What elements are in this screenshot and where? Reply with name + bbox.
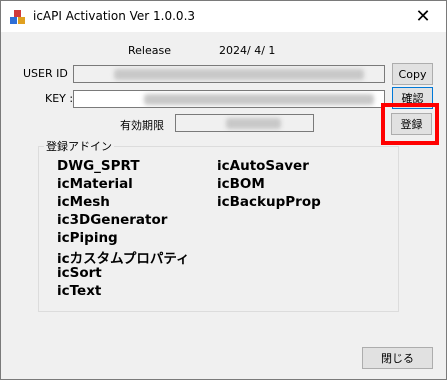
addin-item: icMesh: [57, 194, 110, 210]
app-blocks-icon: [10, 10, 25, 24]
title-bar: icAPI Activation Ver 1.0.0.3 ✕: [1, 1, 446, 32]
key-label: KEY :: [45, 92, 74, 105]
addin-item: icMaterial: [57, 176, 133, 192]
key-field[interactable]: [73, 90, 385, 108]
copy-button[interactable]: Copy: [392, 63, 433, 85]
user-id-label: USER ID: [23, 67, 68, 80]
expiry-field: [175, 114, 314, 132]
addin-item: icText: [57, 283, 102, 299]
close-icon[interactable]: ✕: [400, 1, 446, 32]
addin-item: DWG_SPRT: [57, 158, 140, 174]
redacted-user-id: [114, 69, 364, 80]
addin-item: icBackupProp: [217, 194, 321, 210]
expiry-label: 有効期限: [120, 119, 164, 132]
addin-item: ic3DGenerator: [57, 212, 168, 228]
release-date: 2024/ 4/ 1: [219, 44, 276, 57]
close-button[interactable]: 閉じる: [362, 347, 433, 369]
registered-addins-legend: 登録アドイン: [44, 138, 114, 154]
register-highlight-box: [381, 103, 439, 145]
addin-item: icカスタムプロパティ: [57, 251, 190, 267]
release-label: Release: [128, 44, 171, 57]
redacted-expiry: [226, 118, 281, 129]
window-title: icAPI Activation Ver 1.0.0.3: [33, 9, 196, 23]
redacted-key: [144, 94, 374, 105]
addin-item: icAutoSaver: [217, 158, 309, 174]
activation-window: icAPI Activation Ver 1.0.0.3 ✕ Release 2…: [0, 0, 447, 380]
addin-item: icSort: [57, 265, 102, 281]
user-id-field[interactable]: [73, 65, 385, 83]
addin-item: icPiping: [57, 230, 118, 246]
addin-item: icBOM: [217, 176, 265, 192]
